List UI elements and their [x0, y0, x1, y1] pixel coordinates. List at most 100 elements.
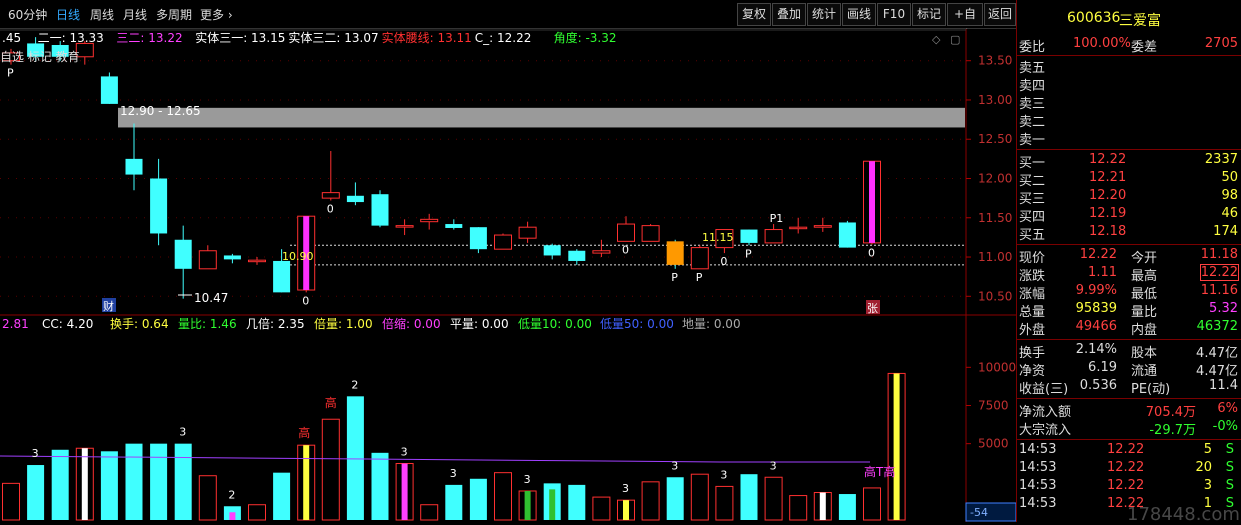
volume-number: 3 [179, 426, 186, 439]
candle-body [100, 76, 118, 104]
candle-body [395, 225, 414, 228]
volume-number: 3 [401, 446, 408, 459]
fund-label: PE(动) [1131, 382, 1171, 397]
candle-body [223, 255, 241, 260]
candle-body [666, 241, 684, 265]
volume-bar [568, 484, 586, 520]
weicha-label: 委差 [1131, 40, 1158, 55]
mark-button[interactable]: 标记 [912, 3, 946, 26]
stat-value: 12.22 [1199, 264, 1240, 281]
tick-time: 14:53 [1019, 496, 1057, 511]
period-more[interactable]: 更多 › [200, 6, 233, 23]
candle-body [789, 226, 808, 230]
stat-label: 外盘 [1019, 323, 1046, 338]
volume-legend-item: 换手: 0.64 [110, 317, 169, 331]
fuquan-button[interactable]: 复权 [737, 3, 771, 26]
quote-separator [1017, 149, 1241, 150]
fund-label: 净资 [1019, 364, 1046, 379]
candle-marker: 0 [302, 294, 309, 307]
fund-value: 6.19 [1088, 360, 1117, 375]
fund-value: 4.47亿 [1196, 346, 1238, 361]
stat-value: 46372 [1196, 319, 1238, 334]
bid-price: 12.20 [1089, 188, 1127, 203]
overlay-button[interactable]: 叠加 [772, 3, 806, 26]
candle-body [641, 225, 660, 242]
candle-body [543, 245, 561, 256]
period-multi[interactable]: 多周期 [156, 6, 192, 23]
quote-title: 600636 三爱富 [1016, 0, 1241, 34]
volume-high-marker: 高 [325, 395, 337, 410]
ask-label: 卖四 [1019, 79, 1046, 94]
bid-volume: 46 [1221, 206, 1238, 221]
cai-badge-label: 财 [103, 299, 114, 313]
back-button[interactable]: 返回 [984, 3, 1016, 26]
ma-legend-item: 角度: -3.32 [554, 30, 617, 45]
period-daily[interactable]: 日线 [56, 6, 80, 23]
volume-bar [494, 472, 512, 521]
stock-code: 600636 [1067, 10, 1121, 26]
draw-button[interactable]: 画线 [842, 3, 876, 26]
top-left-label: 自选 标记 教育 [0, 49, 80, 64]
tick-time: 14:53 [1019, 442, 1057, 457]
ask-label: 卖一 [1019, 133, 1046, 148]
stat-value: 95839 [1075, 301, 1117, 316]
corner-value: -54 [970, 506, 988, 519]
price-tick-label: 10.50 [978, 289, 1012, 303]
price-tick-label: 11.50 [978, 211, 1012, 225]
candle-body [764, 229, 783, 244]
volume-number: 3 [32, 447, 39, 460]
volume-number: 2 [228, 488, 235, 501]
low-label: 10.47 [194, 291, 228, 305]
period-monthly[interactable]: 月线 [123, 6, 147, 23]
candle-body [445, 224, 463, 228]
stat-value: 12.22 [1079, 247, 1117, 262]
fund-label: 收益(三) [1019, 382, 1069, 397]
fund-value: 11.4 [1209, 378, 1238, 393]
volume-bar [346, 396, 364, 520]
candle-marker: P [696, 271, 703, 284]
add-watchlist-button[interactable]: +自选 [947, 3, 983, 42]
fund-label: 股本 [1131, 346, 1158, 361]
stats-button[interactable]: 统计 [807, 3, 841, 26]
flow-pct: 6% [1217, 401, 1238, 416]
volume-legend-item: CC: 4.20 [42, 317, 93, 331]
tick-volume: 3 [1203, 478, 1212, 493]
candle-body [174, 239, 192, 269]
ma-legend-item: 实体三二: 13.07 [288, 30, 378, 45]
quote-separator [1017, 244, 1241, 245]
stat-label: 涨幅 [1019, 287, 1046, 302]
price-tick-label: 12.50 [978, 132, 1012, 146]
flow-value: 705.4万 [1145, 405, 1196, 420]
flow-value: -29.7万 [1149, 423, 1196, 438]
ask-label: 卖二 [1019, 115, 1046, 130]
volume-number: 3 [770, 459, 777, 472]
volume-number: 3 [450, 467, 457, 480]
volume-bar-fill [819, 492, 826, 520]
period-60min[interactable]: 60分钟 [8, 6, 47, 23]
tick-time: 14:53 [1019, 460, 1057, 475]
band-label: 12.90 - 12.65 [120, 104, 201, 118]
f10-button[interactable]: F10 [877, 3, 911, 26]
volume-bar [715, 485, 734, 521]
candle-body [125, 158, 143, 175]
candle-body [494, 234, 512, 250]
stat-value: 11.16 [1200, 283, 1238, 298]
candle-body [592, 250, 611, 254]
candle-body [617, 223, 635, 242]
volume-tick-label: 5000 [978, 437, 1009, 451]
stat-label: 最高 [1131, 269, 1158, 284]
ma-legend-item: 二一: 13.33 [38, 31, 104, 45]
volume-bar [764, 476, 783, 521]
webi-value: 100.00% [1073, 36, 1131, 51]
period-weekly[interactable]: 周线 [90, 6, 114, 23]
volume-legend-item: 平量: 0.00 [450, 317, 509, 331]
ma-legend-item: 实体三一: 13.15 [195, 30, 285, 45]
candle-marker: 0 [720, 255, 727, 268]
volume-bar-fill [893, 373, 900, 520]
tick-side: S [1225, 460, 1234, 475]
tick-price: 12.22 [1107, 442, 1145, 457]
kline-chart[interactable]: 10.50 11.00 11.50 12.00 12.50 13.00 13.50 5000 7… [0, 29, 1016, 522]
ma-legend-item: C_: 12.22 [475, 31, 532, 45]
bid-volume: 174 [1213, 224, 1238, 239]
tick-side: S [1225, 478, 1234, 493]
